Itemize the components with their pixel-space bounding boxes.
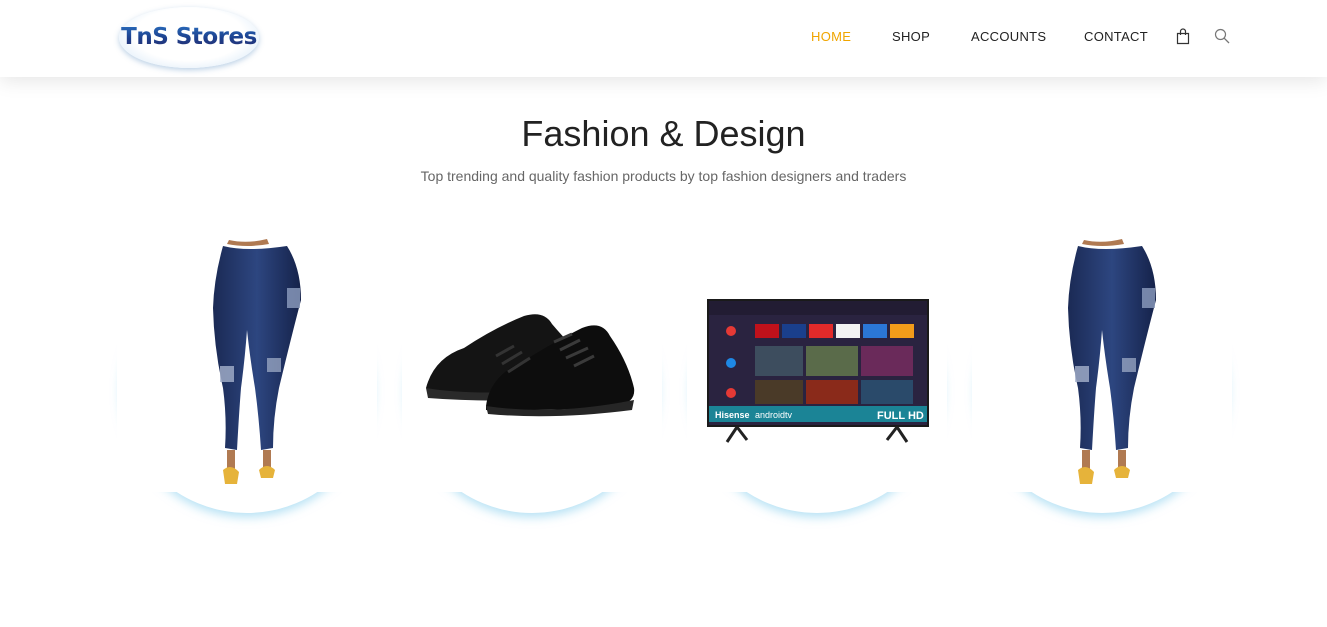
jeans-image — [1068, 239, 1156, 484]
nav-shop[interactable]: SHOP — [892, 29, 930, 44]
tv-image: Hisense androidtv FULL HD — [707, 299, 929, 443]
jeans-image — [213, 239, 301, 484]
nav-home[interactable]: HOME — [811, 29, 851, 44]
logo-text: TnS Stores — [121, 23, 257, 50]
nav-accounts[interactable]: ACCOUNTS — [971, 29, 1046, 44]
page-title: Fashion & Design — [521, 113, 806, 154]
page-subtitle: Top trending and quality fashion product… — [420, 168, 907, 184]
shopping-bag-icon[interactable] — [1175, 28, 1191, 45]
tv-os-text: androidtv — [755, 410, 793, 420]
product-card[interactable] — [402, 238, 662, 513]
site-logo[interactable]: TnS Stores — [119, 7, 259, 68]
product-card[interactable]: Hisense androidtv FULL HD — [687, 238, 947, 513]
product-card[interactable] — [117, 238, 377, 513]
sneakers-image — [426, 314, 635, 417]
search-icon[interactable] — [1214, 28, 1230, 45]
product-card[interactable] — [972, 238, 1232, 513]
tv-badge-text: FULL HD — [877, 410, 924, 422]
site-header: TnS Stores HOME SHOP ACCOUNTS CONTACT — [0, 0, 1327, 77]
nav-contact[interactable]: CONTACT — [1084, 29, 1148, 44]
tv-brand-text: Hisense — [715, 410, 750, 420]
